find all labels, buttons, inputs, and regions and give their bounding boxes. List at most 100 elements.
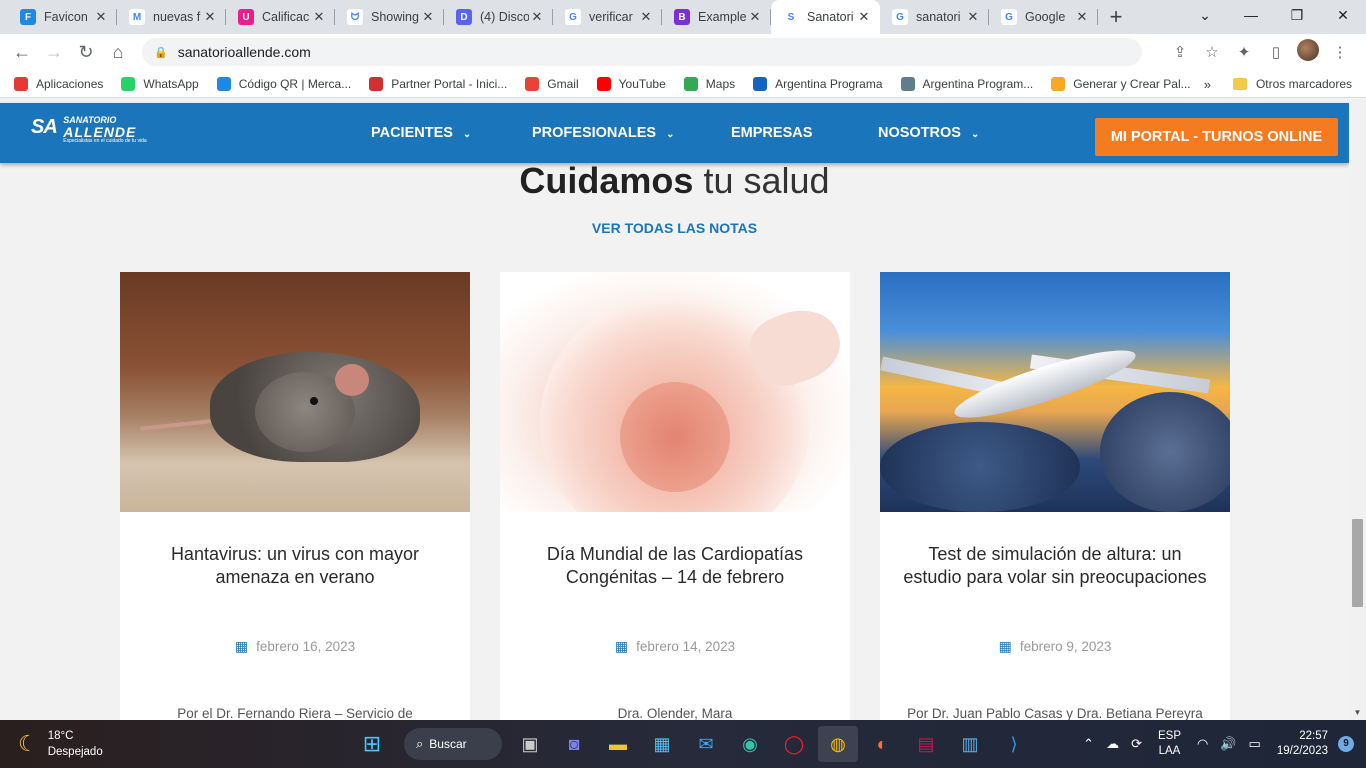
news-card-image[interactable] xyxy=(880,272,1230,512)
tab-title: Showing xyxy=(371,10,419,24)
browser-tab[interactable]: ᗢ Showing ✕ xyxy=(335,0,444,34)
browser-tab[interactable]: G Google ✕ xyxy=(989,0,1098,34)
microsoft-store-icon[interactable]: ▦ xyxy=(642,726,682,762)
chrome-icon[interactable]: ◍ xyxy=(818,726,858,762)
browser-tab[interactable]: Gverificar ✕ xyxy=(553,0,662,34)
share-icon[interactable]: ⇪ xyxy=(1164,43,1196,61)
other-bookmarks[interactable]: Otros marcadores xyxy=(1256,77,1352,91)
browser-tab[interactable]: B Example ✕ xyxy=(662,0,771,34)
notepad-icon[interactable]: ▥ xyxy=(950,726,990,762)
wifi-icon[interactable]: ◠ xyxy=(1197,736,1208,752)
opera-icon[interactable]: ◯ xyxy=(774,726,814,762)
scroll-down-arrow-icon[interactable]: ▼ xyxy=(1349,706,1366,720)
bookmark-item[interactable]: WhatsApp xyxy=(121,76,199,91)
bookmark-item[interactable]: YouTube xyxy=(596,76,666,91)
edge-icon[interactable]: ◉ xyxy=(730,726,770,762)
close-window-icon[interactable]: ✕ xyxy=(1320,0,1366,30)
close-tab-icon[interactable]: ✕ xyxy=(856,9,872,25)
close-tab-icon[interactable]: ✕ xyxy=(965,9,981,25)
tab-search-chevron-icon[interactable]: ⌄ xyxy=(1182,0,1228,30)
browser-tab[interactable]: F Favicon ✕ xyxy=(8,0,117,34)
bookmark-item[interactable]: Partner Portal - Inici... xyxy=(369,76,507,91)
language-indicator[interactable]: ESP LAA xyxy=(1158,729,1181,759)
close-tab-icon[interactable]: ✕ xyxy=(311,9,327,25)
windows-start-icon[interactable]: ⊞ xyxy=(352,726,392,762)
kebab-menu-icon[interactable]: ⋮ xyxy=(1324,43,1356,61)
winrar-icon[interactable]: ▤ xyxy=(906,726,946,762)
lang-line1: ESP xyxy=(1157,730,1181,742)
close-tab-icon[interactable]: ✕ xyxy=(638,9,654,25)
forward-arrow-icon[interactable]: → xyxy=(38,42,70,63)
close-tab-icon[interactable]: ✕ xyxy=(529,9,545,25)
browser-tab[interactable]: U Calificac ✕ xyxy=(226,0,335,34)
close-tab-icon[interactable]: ✕ xyxy=(202,9,218,25)
calendar-icon: ▦ xyxy=(614,638,629,654)
menu-item-nosotros[interactable]: NOSOTROS ⌄ xyxy=(878,125,979,141)
onedrive-cloud-icon[interactable]: ☁ xyxy=(1106,736,1119,752)
tab-title: verificar xyxy=(589,10,633,24)
close-tab-icon[interactable]: ✕ xyxy=(1074,9,1090,25)
close-tab-icon[interactable]: ✕ xyxy=(420,9,436,25)
browser-tab[interactable]: Mnuevas f ✕ xyxy=(117,0,226,34)
scrollbar-thumb[interactable] xyxy=(1352,519,1363,607)
minimize-icon[interactable]: — xyxy=(1228,0,1274,30)
chevron-up-icon[interactable]: ⌃ xyxy=(1083,736,1094,752)
profile-avatar[interactable] xyxy=(1292,39,1324,65)
close-tab-icon[interactable]: ✕ xyxy=(93,9,109,25)
menu-item-profesionales[interactable]: PROFESIONALES ⌄ xyxy=(532,125,674,141)
bookmark-item[interactable]: Aplicaciones xyxy=(14,76,103,91)
news-card-image[interactable] xyxy=(500,272,850,512)
menu-item-empresas[interactable]: EMPRESAS xyxy=(731,125,812,141)
browser-tab[interactable]: D (4) Disco ✕ xyxy=(444,0,553,34)
bookmark-item[interactable]: Argentina Program... xyxy=(900,76,1033,91)
task-view-icon[interactable]: ▣ xyxy=(510,726,550,762)
taskbar-search[interactable]: ⌕ Buscar xyxy=(404,728,502,760)
restore-icon[interactable]: ❐ xyxy=(1274,0,1320,30)
weather-widget[interactable]: ☾ 18°C Despejado xyxy=(18,728,103,760)
browser-tab[interactable]: Gsanatori ✕ xyxy=(880,0,989,34)
back-arrow-icon[interactable]: ← xyxy=(6,42,38,63)
notification-badge[interactable]: 9 xyxy=(1338,736,1354,752)
extensions-puzzle-icon[interactable]: ✦ xyxy=(1228,43,1260,61)
bookmark-item[interactable]: Maps xyxy=(683,76,735,91)
bookmark-item[interactable]: Gmail xyxy=(525,76,579,91)
github-icon: ᗢ xyxy=(347,9,363,25)
news-card-image[interactable] xyxy=(120,272,470,512)
bookmark-item[interactable]: Código QR | Merca... xyxy=(216,76,351,91)
side-panel-icon[interactable]: ▯ xyxy=(1260,43,1292,61)
new-tab-button[interactable]: + xyxy=(1098,0,1134,34)
news-card[interactable]: Día Mundial de las Cardiopatías Congénit… xyxy=(500,272,850,720)
news-card-title[interactable]: Test de simulación de altura: un estudio… xyxy=(900,543,1210,589)
volume-icon[interactable]: 🔊 xyxy=(1220,736,1236,752)
firefox-icon[interactable]: ◐ xyxy=(862,726,902,762)
page-scrollbar[interactable]: ▼ xyxy=(1349,99,1366,720)
clock[interactable]: 22:57 19/2/2023 xyxy=(1277,729,1328,759)
sync-icon[interactable]: ⟳ xyxy=(1131,736,1142,752)
bookmark-item[interactable]: Generar y Crear Pal... xyxy=(1051,76,1191,91)
battery-icon[interactable]: ▭ xyxy=(1249,736,1261,752)
bookmark-label: YouTube xyxy=(618,76,666,91)
news-card[interactable]: Hantavirus: un virus con mayor amenaza e… xyxy=(120,272,470,720)
home-icon[interactable]: ⌂ xyxy=(102,42,134,63)
news-card-title[interactable]: Día Mundial de las Cardiopatías Congénit… xyxy=(520,543,830,589)
bookmark-item[interactable]: Argentina Programa xyxy=(753,76,883,91)
news-card[interactable]: Test de simulación de altura: un estudio… xyxy=(880,272,1230,720)
bookmark-star-icon[interactable]: ☆ xyxy=(1196,43,1228,61)
weather-desc: Despejado xyxy=(47,746,103,758)
close-tab-icon[interactable]: ✕ xyxy=(747,9,763,25)
news-card-title[interactable]: Hantavirus: un virus con mayor amenaza e… xyxy=(140,543,450,589)
mail-icon[interactable]: ✉ xyxy=(686,726,726,762)
address-bar[interactable]: 🔒 sanatorioallende.com xyxy=(142,38,1142,66)
menu-item-pacientes[interactable]: PACIENTES ⌄ xyxy=(371,125,471,141)
file-explorer-icon[interactable]: ▬ xyxy=(598,726,638,762)
vscode-icon[interactable]: ⟩ xyxy=(994,726,1034,762)
browser-tab[interactable]: S Sanatori ✕ xyxy=(771,0,880,34)
teams-chat-icon[interactable]: ◙ xyxy=(554,726,594,762)
bookmarks-overflow-icon[interactable]: » xyxy=(1204,77,1211,92)
lock-icon[interactable]: 🔒 xyxy=(154,46,168,59)
menu-item-label: NOSOTROS xyxy=(878,125,961,141)
reload-icon[interactable]: ↻ xyxy=(70,42,102,63)
see-all-notes-link[interactable]: VER TODAS LAS NOTAS xyxy=(0,220,1349,236)
gmail-icon xyxy=(525,76,540,91)
mi-portal-button[interactable]: MI PORTAL - TURNOS ONLINE xyxy=(1095,118,1338,156)
